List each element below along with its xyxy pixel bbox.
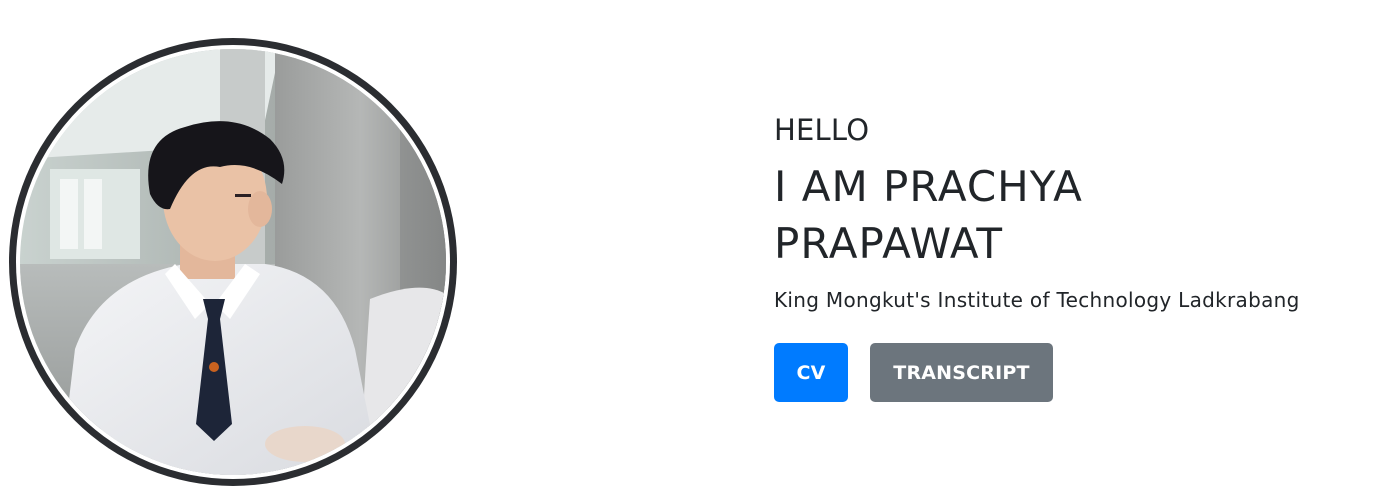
- name-heading: I AM PRACHYA PRAPAWAT: [774, 162, 1083, 268]
- profile-photo: [20, 49, 446, 475]
- cv-button[interactable]: CV: [774, 343, 848, 402]
- institute-text: King Mongkut's Institute of Technology L…: [774, 288, 1300, 312]
- hero-section: HELLO I AM PRACHYA PRAPAWAT King Mongkut…: [0, 0, 1379, 493]
- greeting-text: HELLO: [774, 113, 870, 147]
- profile-photo-frame: [9, 38, 457, 486]
- transcript-button[interactable]: TRANSCRIPT: [870, 343, 1053, 402]
- action-buttons: CV TRANSCRIPT: [774, 343, 1374, 402]
- intro-block: HELLO I AM PRACHYA PRAPAWAT King Mongkut…: [774, 110, 1374, 402]
